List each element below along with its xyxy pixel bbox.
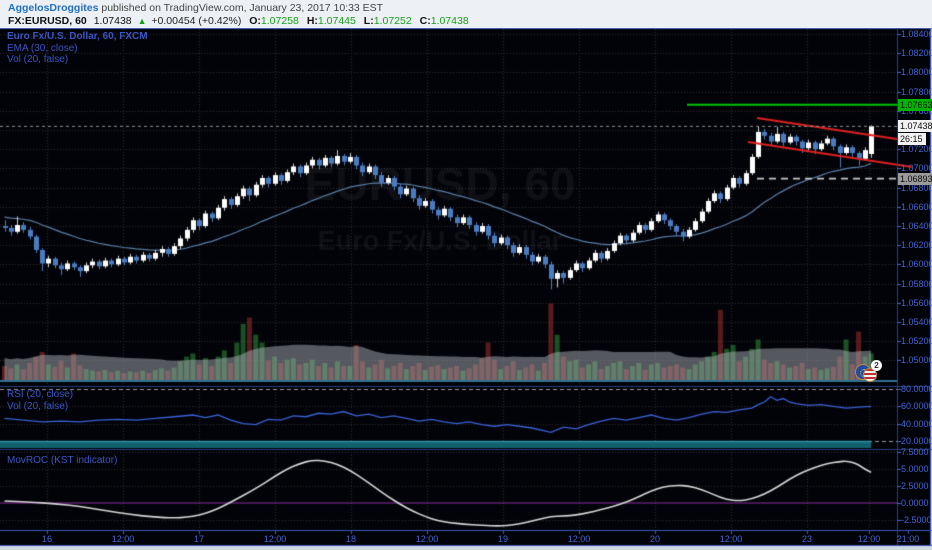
published-text: published on TradingView.com, January 23… bbox=[98, 2, 384, 14]
open-label: O: bbox=[249, 15, 261, 27]
close-label: C: bbox=[419, 15, 431, 27]
up-arrow-icon: ▲ bbox=[137, 16, 147, 26]
header-bar: AggelosDroggites published on TradingVie… bbox=[0, 0, 932, 28]
symbol-text: FX:EURUSD, 60 bbox=[8, 15, 87, 27]
low-value: 1.07252 bbox=[373, 15, 412, 27]
publish-info-line: AggelosDroggites published on TradingVie… bbox=[8, 2, 383, 14]
close-value: 1.07438 bbox=[430, 15, 469, 27]
open-value: 1.07258 bbox=[260, 15, 299, 27]
low-label: L: bbox=[363, 15, 374, 27]
high-value: 1.07445 bbox=[317, 15, 356, 27]
author-link[interactable]: AggelosDroggites bbox=[8, 2, 98, 14]
tradingview-published-chart: AggelosDroggites published on TradingVie… bbox=[0, 0, 932, 550]
high-label: H: bbox=[306, 15, 318, 27]
quote-line: FX:EURUSD, 60 1.07438 ▲ +0.00454 (+0.42%… bbox=[8, 15, 469, 27]
change-text: +0.00454 (+0.42%) bbox=[151, 15, 242, 27]
chart-canvas[interactable] bbox=[0, 0, 932, 550]
last-price: 1.07438 bbox=[93, 15, 132, 27]
